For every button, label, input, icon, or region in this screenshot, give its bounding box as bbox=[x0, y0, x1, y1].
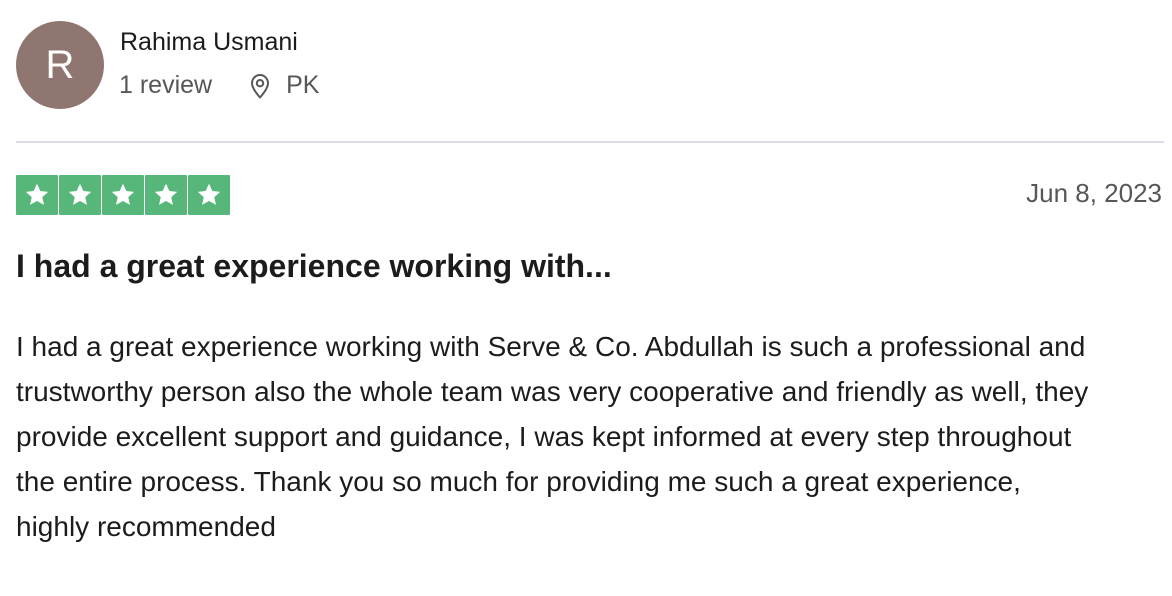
star-icon bbox=[102, 175, 144, 215]
review-count: 1 review bbox=[119, 71, 213, 99]
review-date: Jun 8, 2023 bbox=[1026, 178, 1162, 208]
star-icon bbox=[16, 175, 58, 215]
star-icon bbox=[59, 175, 101, 215]
review-body: I had a great experience working with Se… bbox=[16, 331, 1089, 542]
map-pin-icon bbox=[248, 72, 272, 100]
star-rating bbox=[16, 175, 230, 215]
review-card: R Rahima Usmani 1 review PK Jun 8, 2023 … bbox=[0, 0, 1172, 596]
review-title[interactable]: I had a great experience working with... bbox=[16, 248, 612, 285]
reviewer-name[interactable]: Rahima Usmani bbox=[120, 28, 298, 57]
divider bbox=[16, 141, 1164, 143]
reviewer-meta: 1 review PK bbox=[119, 71, 319, 100]
star-icon bbox=[188, 175, 230, 215]
avatar[interactable]: R bbox=[16, 21, 104, 109]
reviewer-location: PK bbox=[286, 71, 320, 99]
star-icon bbox=[145, 175, 187, 215]
